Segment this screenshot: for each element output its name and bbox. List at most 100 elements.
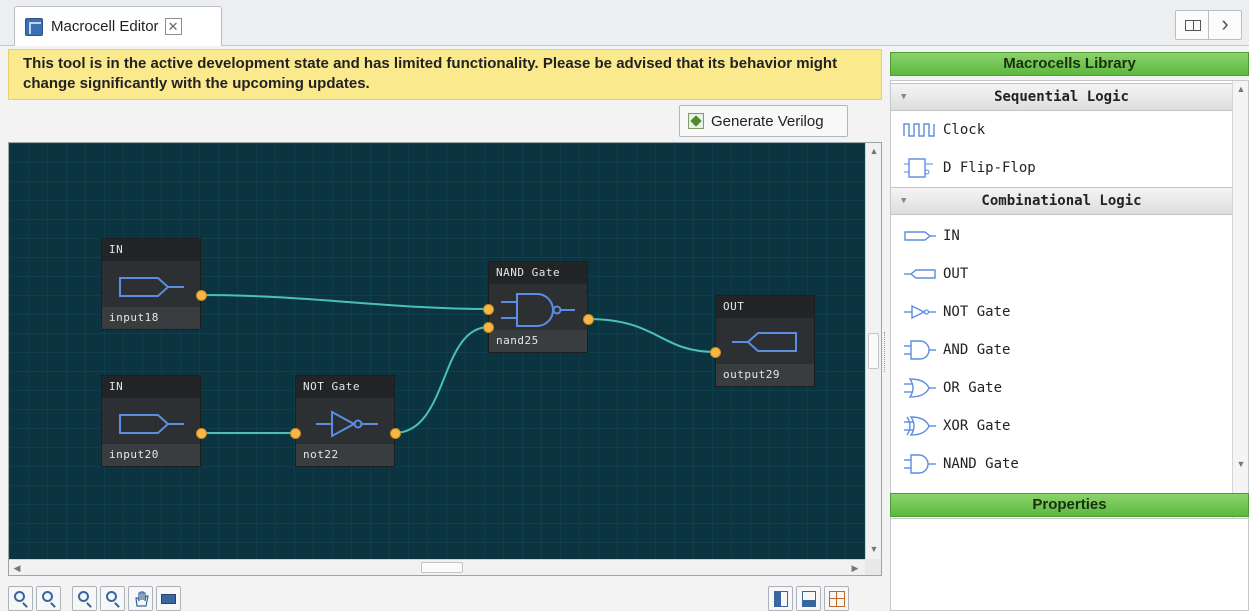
- item-label: NOT Gate: [943, 304, 1011, 320]
- nand-gate-icon: [904, 454, 936, 474]
- not-gate-symbol-icon: [316, 410, 378, 438]
- split-view-icon: [1185, 20, 1201, 31]
- input-port[interactable]: [710, 347, 721, 358]
- node-instance-name: input20: [102, 444, 200, 466]
- generate-verilog-button[interactable]: Generate Verilog: [679, 105, 848, 137]
- tab-macrocell-editor[interactable]: Macrocell Editor ✕: [14, 6, 222, 46]
- wire-input18-nand25[interactable]: [200, 294, 490, 310]
- scroll-down-arrow-icon[interactable]: ▼: [866, 541, 882, 557]
- zoom-reset-button[interactable]: [72, 586, 97, 611]
- toggle-bottom-panel-button[interactable]: [796, 586, 821, 611]
- output-port[interactable]: [196, 428, 207, 439]
- library-item-xor-gate[interactable]: XOR Gate: [891, 407, 1232, 445]
- scroll-left-arrow-icon[interactable]: ◀: [9, 560, 25, 576]
- node-not22[interactable]: NOT Gate not22: [290, 375, 401, 467]
- node-type-label: IN: [102, 239, 200, 261]
- category-label: Combinational Logic: [981, 193, 1142, 209]
- item-label: AND Gate: [943, 342, 1011, 358]
- item-label: D Flip-Flop: [943, 160, 1036, 176]
- tab-title: Macrocell Editor: [51, 18, 159, 35]
- category-combinational-logic[interactable]: ▼ Combinational Logic: [891, 187, 1232, 215]
- zoom-out-button[interactable]: [8, 586, 33, 611]
- library-item-d-flip-flop[interactable]: D Flip-Flop: [891, 149, 1232, 187]
- scroll-up-arrow-icon[interactable]: ▲: [1233, 81, 1249, 97]
- collapse-triangle-icon[interactable]: ▼: [901, 188, 906, 214]
- macrocell-editor-icon: [25, 17, 43, 36]
- schematic-canvas[interactable]: IN input18 IN input20 NOT Gate not22 NAN…: [9, 143, 865, 559]
- toggle-left-panel-button[interactable]: [768, 586, 793, 611]
- scroll-corner: [865, 559, 881, 575]
- wire-nand25-output29[interactable]: [586, 318, 717, 353]
- output-port[interactable]: [390, 428, 401, 439]
- or-gate-icon: [904, 378, 936, 398]
- scroll-down-arrow-icon[interactable]: ▼: [1233, 456, 1249, 472]
- grid-icon: [829, 591, 845, 607]
- macrocells-library-header: Macrocells Library: [890, 52, 1249, 76]
- zoom-out-icon: [14, 591, 25, 602]
- chevron-right-button[interactable]: ›: [1208, 10, 1242, 40]
- item-label: IN: [943, 228, 960, 244]
- input-port-b[interactable]: [483, 322, 494, 333]
- left-panel-icon: [774, 591, 788, 607]
- scroll-thumb[interactable]: [421, 562, 463, 573]
- library-item-or-gate[interactable]: OR Gate: [891, 369, 1232, 407]
- node-output29[interactable]: OUT output29: [710, 295, 815, 387]
- item-label: OR Gate: [943, 380, 1003, 396]
- item-label: Clock: [943, 122, 986, 138]
- node-type-label: OUT: [716, 296, 814, 318]
- node-type-label: IN: [102, 376, 200, 398]
- library-item-in[interactable]: IN: [891, 217, 1232, 255]
- scroll-right-arrow-icon[interactable]: ▶: [847, 560, 863, 576]
- category-sequential-logic[interactable]: ▼ Sequential Logic: [891, 83, 1232, 111]
- zoom-fit-icon: [106, 591, 117, 602]
- splitter-grip-icon: [884, 332, 887, 372]
- out-port-icon: [904, 269, 936, 279]
- output-port[interactable]: [196, 290, 207, 301]
- nand-gate-symbol-icon: [501, 293, 575, 327]
- node-input20[interactable]: IN input20: [101, 375, 207, 467]
- library-item-clock[interactable]: Clock: [891, 111, 1232, 149]
- minimap-icon: [161, 594, 176, 604]
- canvas-vertical-scrollbar[interactable]: ▲ ▼: [865, 143, 881, 559]
- split-view-button[interactable]: [1175, 10, 1209, 40]
- wire-not22-nand25[interactable]: [393, 326, 490, 434]
- node-nand25[interactable]: NAND Gate nand25: [483, 261, 594, 353]
- zoom-in-icon: [42, 591, 53, 602]
- output-port[interactable]: [583, 314, 594, 325]
- flip-flop-icon: [904, 158, 933, 178]
- node-instance-name: nand25: [489, 330, 587, 352]
- input-port[interactable]: [290, 428, 301, 439]
- xor-gate-icon: [904, 416, 936, 436]
- item-label: OUT: [943, 266, 969, 282]
- item-label: NAND Gate: [943, 456, 1019, 472]
- pan-tool-button[interactable]: [128, 586, 153, 611]
- library-item-nand-gate[interactable]: NAND Gate: [891, 445, 1232, 483]
- properties-panel: [890, 518, 1249, 611]
- library-item-out[interactable]: OUT: [891, 255, 1232, 293]
- panel-splitter[interactable]: [882, 142, 890, 576]
- scroll-thumb[interactable]: [868, 333, 879, 369]
- hand-icon: [135, 591, 149, 607]
- node-input18[interactable]: IN input18: [101, 238, 207, 330]
- close-icon[interactable]: ✕: [164, 18, 182, 35]
- bottom-panel-icon: [802, 591, 816, 607]
- library-item-and-gate[interactable]: AND Gate: [891, 331, 1232, 369]
- node-type-label: NOT Gate: [296, 376, 394, 398]
- zoom-in-button[interactable]: [36, 586, 61, 611]
- and-gate-icon: [904, 340, 936, 360]
- canvas-horizontal-scrollbar[interactable]: ◀ ▶: [9, 559, 865, 575]
- out-port-symbol-icon: [732, 332, 797, 352]
- toggle-grid-button[interactable]: [824, 586, 849, 611]
- input-port-a[interactable]: [483, 304, 494, 315]
- scroll-up-arrow-icon[interactable]: ▲: [866, 143, 882, 159]
- category-label: Sequential Logic: [994, 89, 1129, 105]
- collapse-triangle-icon[interactable]: ▼: [901, 84, 906, 110]
- library-vertical-scrollbar[interactable]: ▲ ▼: [1232, 81, 1248, 536]
- clock-waveform-icon: [903, 123, 935, 137]
- node-instance-name: output29: [716, 364, 814, 386]
- properties-header: Properties: [890, 493, 1249, 517]
- library-item-not-gate[interactable]: NOT Gate: [891, 293, 1232, 331]
- minimap-button[interactable]: [156, 586, 181, 611]
- zoom-fit-button[interactable]: [100, 586, 125, 611]
- in-port-symbol-icon: [119, 277, 184, 297]
